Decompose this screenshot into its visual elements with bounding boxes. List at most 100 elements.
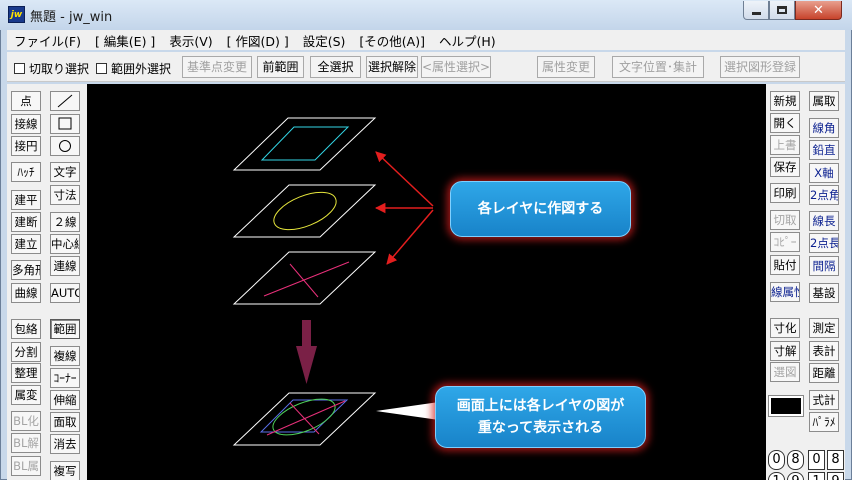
text-position-button[interactable]: 文字位置･集計: [612, 56, 704, 78]
tool-copy[interactable]: 複写: [50, 461, 80, 480]
base-point-change-button[interactable]: 基準点変更: [182, 56, 252, 78]
minimize-button[interactable]: [743, 1, 769, 20]
merged-rect-shape: [259, 399, 349, 433]
tool-line-length[interactable]: 線長: [809, 211, 839, 231]
app-icon[interactable]: jw: [8, 6, 25, 23]
menu-other[interactable]: [その他(A)]: [352, 31, 432, 50]
line-icon: [57, 94, 73, 108]
tool-organize[interactable]: 整理: [11, 363, 41, 383]
cut-select-checkbox[interactable]: 切取り選択: [14, 60, 89, 77]
tool-stretch[interactable]: 伸縮: [50, 390, 80, 410]
tool-formula-calc[interactable]: 式計: [809, 390, 839, 410]
checkbox-box[interactable]: [96, 63, 107, 74]
tool-block-explode[interactable]: BL解: [11, 433, 41, 453]
tool-double-line[interactable]: ２線: [50, 212, 80, 232]
menu-draw[interactable]: [ 作図(D) ]: [220, 31, 296, 50]
layer-button-8[interactable]: 8: [827, 450, 844, 470]
tool-envelope[interactable]: 包絡: [11, 319, 41, 339]
tool-base-settings[interactable]: 基設: [809, 283, 839, 303]
register-shape-button[interactable]: 選択図形登録: [720, 56, 800, 78]
deselect-button[interactable]: 選択解除: [366, 56, 418, 78]
tool-dimension[interactable]: 寸法: [50, 185, 80, 205]
tool-auto[interactable]: AUTO: [50, 283, 80, 303]
tool-attribute-get[interactable]: 属取: [809, 91, 839, 111]
drawing-canvas[interactable]: 各レイヤに作図する 画面上には各レイヤの図が 重なって表示される: [87, 84, 766, 480]
tool-block-attribute[interactable]: BL属: [11, 456, 41, 476]
tool-tangent-circle[interactable]: 接円: [11, 136, 41, 156]
attribute-select-button[interactable]: <属性選択>: [421, 56, 491, 78]
tool-parametric[interactable]: ﾊﾟﾗﾒ: [809, 412, 839, 432]
close-button[interactable]: ✕: [795, 1, 842, 20]
tool-attribute-change[interactable]: 属変: [11, 385, 41, 405]
tool-dim-convert[interactable]: 寸化: [770, 318, 800, 338]
tool-line-attribute[interactable]: 線属性: [770, 282, 800, 302]
tool-center-line[interactable]: 中心線: [50, 234, 80, 254]
selection-toolbar: 切取り選択 範囲外選択 基準点変更 前範囲 全選択 選択解除 <属性選択> 属性…: [7, 52, 845, 82]
tool-line-angle[interactable]: 線角: [809, 118, 839, 138]
tool-line[interactable]: [50, 91, 80, 111]
select-all-button[interactable]: 全選択: [310, 56, 361, 78]
tool-circle[interactable]: [50, 136, 80, 156]
tool-new[interactable]: 新規: [770, 91, 800, 111]
tool-connect-line[interactable]: 連線: [50, 256, 80, 276]
tool-curve[interactable]: 曲線: [11, 283, 41, 303]
attribute-change-button[interactable]: 属性変更: [537, 56, 595, 78]
tool-table-calc[interactable]: 表計: [809, 341, 839, 361]
maximize-button[interactable]: [769, 1, 795, 20]
tool-section[interactable]: 建断: [11, 212, 41, 232]
layer-group-button-8[interactable]: 8: [787, 450, 804, 470]
menu-settings[interactable]: 設定(S): [296, 31, 353, 50]
tool-print[interactable]: 印刷: [770, 183, 800, 203]
layer-button-9[interactable]: 9: [827, 472, 844, 480]
layer-plane-2: [232, 184, 377, 238]
current-color-swatch[interactable]: [768, 395, 804, 417]
menu-help[interactable]: ヘルプ(H): [432, 31, 503, 50]
tool-distance[interactable]: 距離: [809, 363, 839, 383]
previous-range-button[interactable]: 前範囲: [257, 56, 304, 78]
layer-plane-1: [232, 117, 377, 171]
tool-plan[interactable]: 建平: [11, 190, 41, 210]
layer-button-0[interactable]: 0: [808, 450, 825, 470]
tool-x-axis[interactable]: X軸: [809, 163, 839, 183]
layer-group-button-9[interactable]: 9: [787, 472, 804, 480]
merged-cross-line-2: [289, 402, 320, 435]
tool-point[interactable]: 点: [11, 91, 41, 111]
layer-group-button-1[interactable]: 1: [768, 472, 785, 480]
menu-file[interactable]: ファイル(F): [7, 31, 88, 50]
tool-open[interactable]: 開く: [770, 113, 800, 133]
tool-measure[interactable]: 測定: [809, 318, 839, 338]
layer-button-1[interactable]: 1: [808, 472, 825, 480]
tool-overwrite[interactable]: 上書: [770, 135, 800, 155]
tool-polygon[interactable]: 多角形: [11, 260, 41, 280]
tool-range[interactable]: 範囲: [50, 319, 80, 339]
tool-save[interactable]: 保存: [770, 157, 800, 177]
menu-view[interactable]: 表示(V): [162, 31, 219, 50]
tool-tangent-line[interactable]: 接線: [11, 114, 41, 134]
layer-cross-line-1: [263, 261, 350, 297]
down-arrow-head: [296, 346, 317, 384]
tool-hatch[interactable]: ﾊｯﾁ: [11, 162, 41, 182]
tool-spacing[interactable]: 間隔: [809, 256, 839, 276]
tool-paste[interactable]: 貼付: [770, 255, 800, 275]
tool-two-point-angle[interactable]: 2点角: [809, 185, 839, 205]
tool-rectangle[interactable]: [50, 114, 80, 134]
tool-dim-explode[interactable]: 寸解: [770, 341, 800, 361]
tool-text[interactable]: 文字: [50, 162, 80, 182]
tool-erase[interactable]: 消去: [50, 434, 80, 454]
layer-group-button-0[interactable]: 0: [768, 450, 785, 470]
tool-cut[interactable]: 切取: [770, 210, 800, 230]
tool-two-point-length[interactable]: 2点長: [809, 233, 839, 253]
menu-edit[interactable]: [ 編集(E) ]: [88, 31, 162, 50]
tool-divide[interactable]: 分割: [11, 342, 41, 362]
tool-offset[interactable]: 複線: [50, 346, 80, 366]
tool-corner[interactable]: ｺｰﾅｰ: [50, 368, 80, 388]
tool-copy-clipboard[interactable]: ｺﾋﾟｰ: [770, 232, 800, 252]
tool-block-create[interactable]: BL化: [11, 411, 41, 431]
tool-select-figure[interactable]: 選図: [770, 362, 800, 382]
checkbox-box[interactable]: [14, 63, 25, 74]
title-bar[interactable]: jw 無題 - jw_win ✕: [0, 0, 852, 30]
tool-elevation[interactable]: 建立: [11, 234, 41, 254]
outside-select-checkbox[interactable]: 範囲外選択: [96, 60, 171, 77]
tool-chamfer[interactable]: 面取: [50, 412, 80, 432]
tool-vertical[interactable]: 鉛直: [809, 140, 839, 160]
